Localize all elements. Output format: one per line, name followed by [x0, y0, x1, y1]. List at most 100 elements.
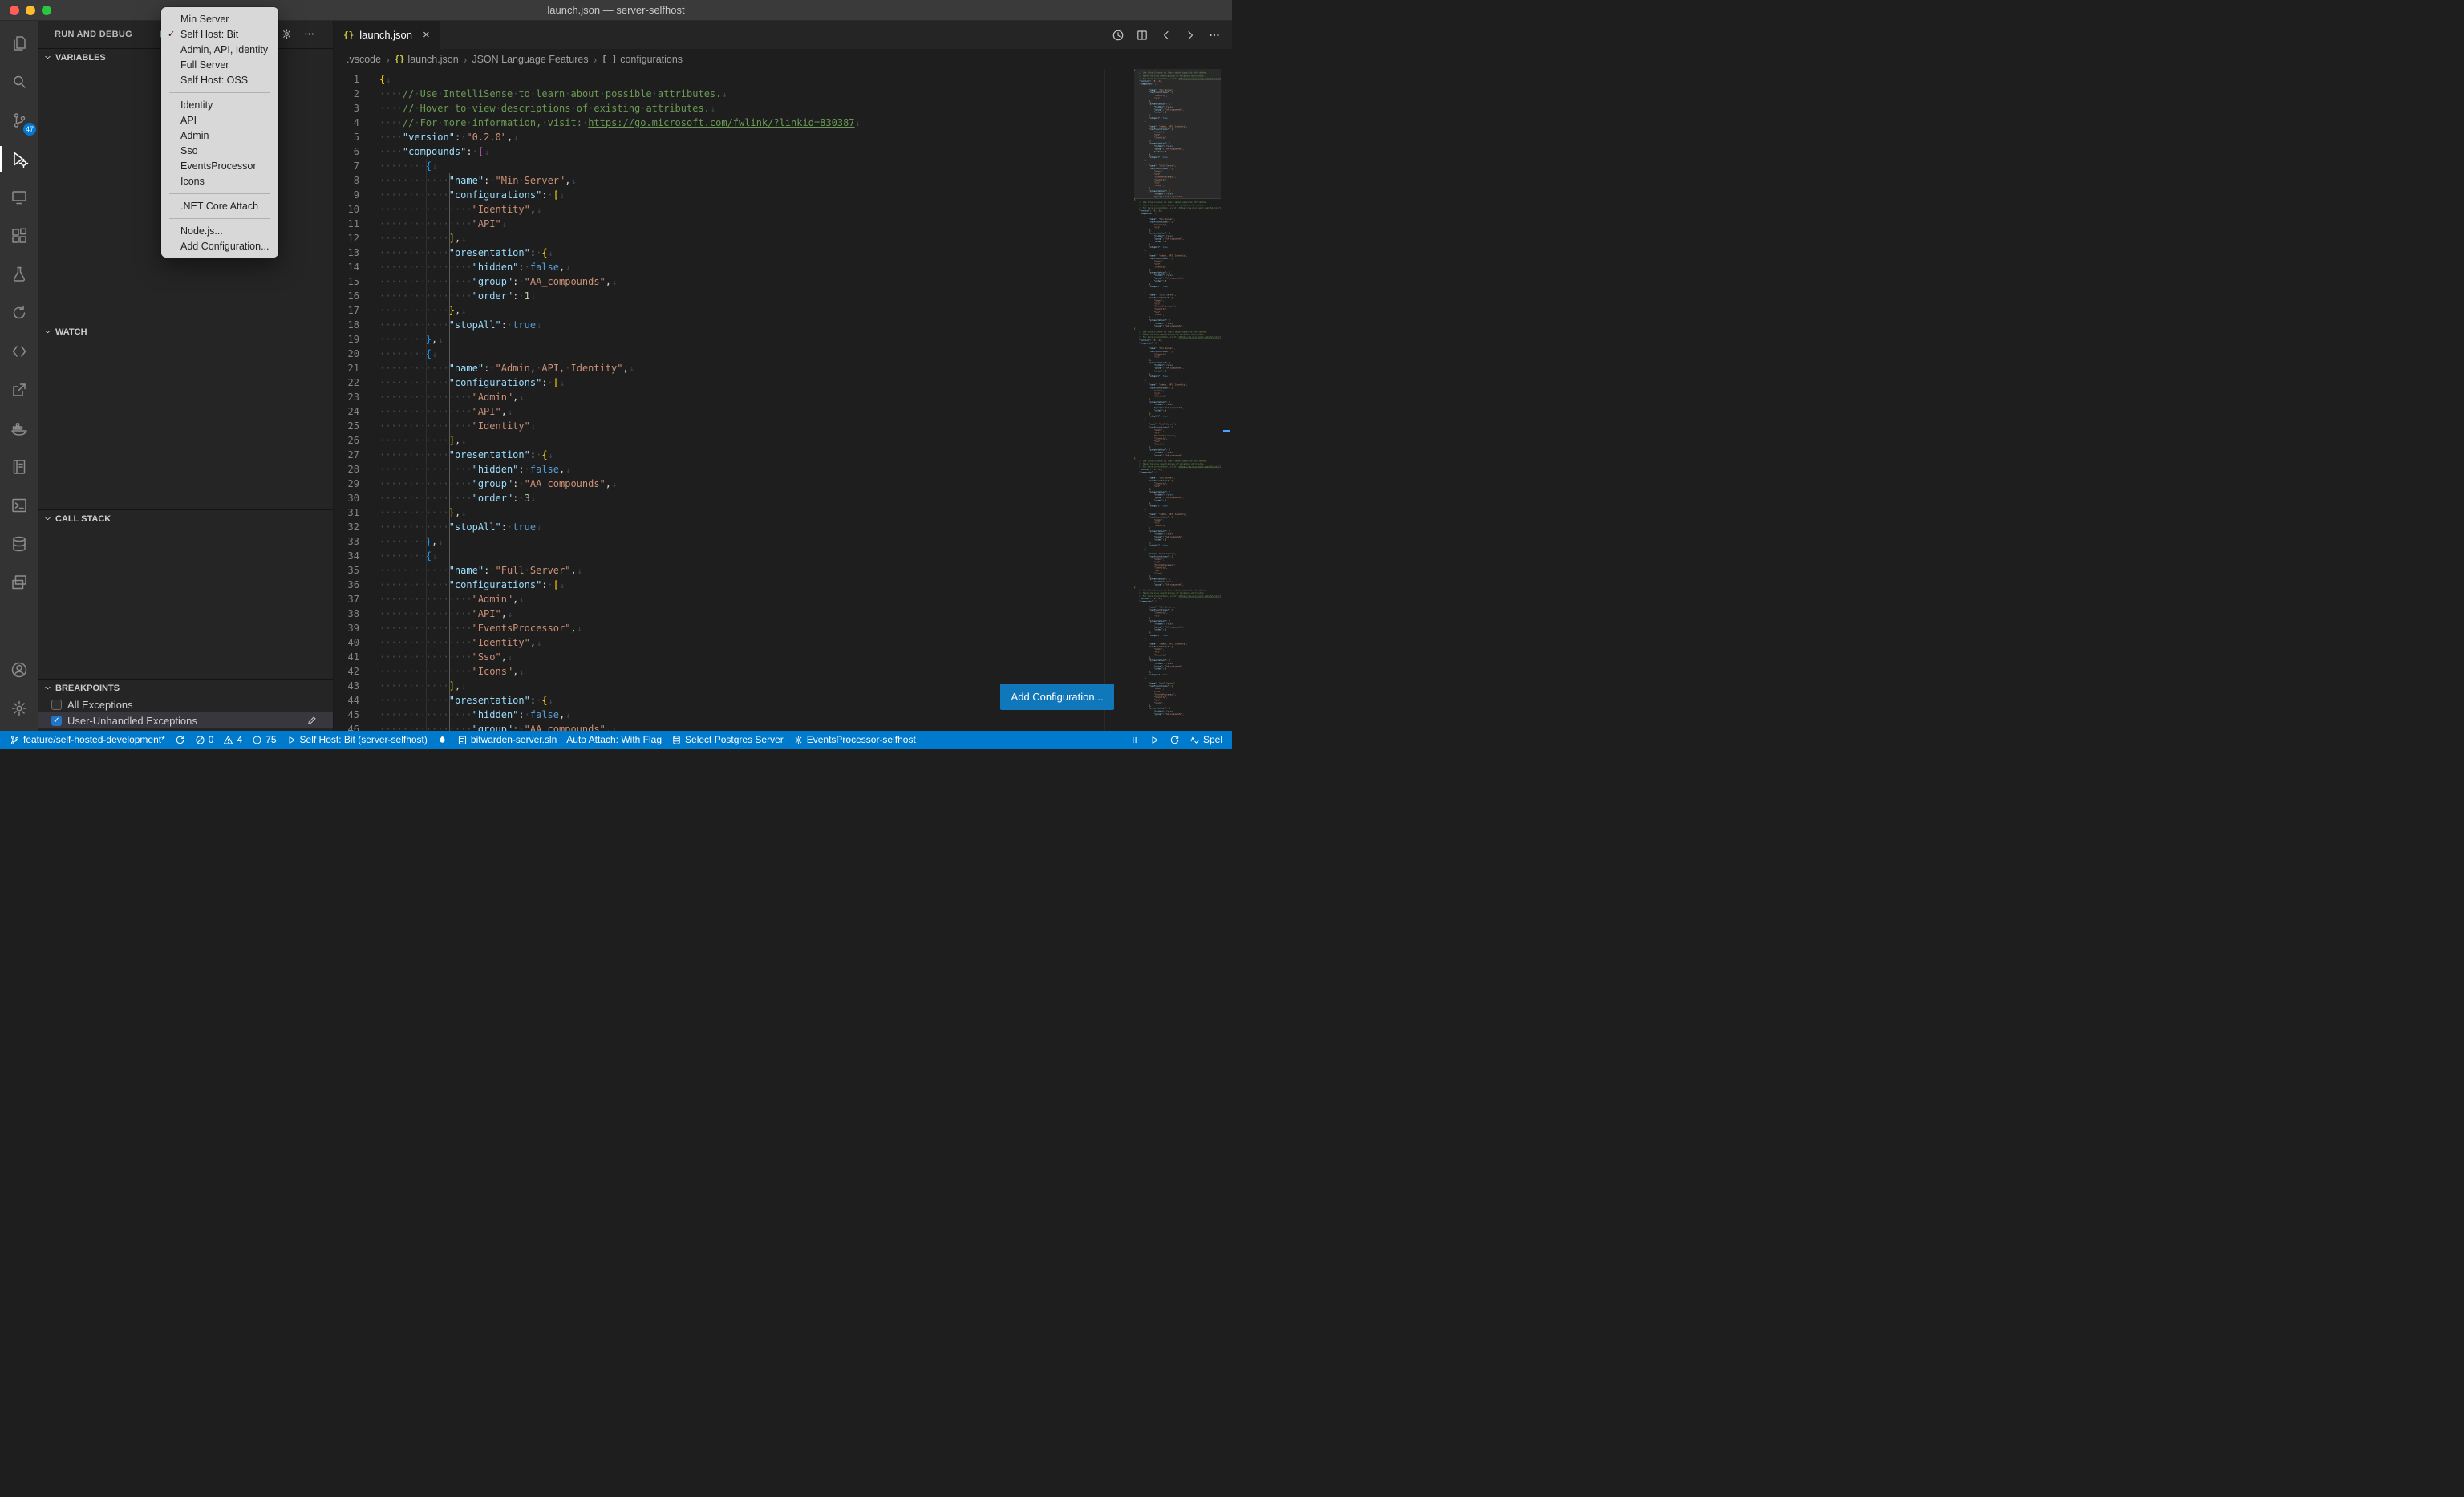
status-branch[interactable]: feature/self-hosted-development* [5, 731, 170, 748]
code-line[interactable]: 18············"stopAll":·true↓ [334, 318, 1232, 332]
code-line[interactable]: 17············},↓ [334, 303, 1232, 318]
code-line[interactable]: 2····//·Use·IntelliSense·to·learn·about·… [334, 87, 1232, 101]
status-events-processor[interactable]: EventsProcessor-selfhost [788, 731, 921, 748]
scrollbar[interactable] [1221, 69, 1232, 731]
minimap[interactable]: {↓····//·Use·IntelliSense·to·learn·about… [1134, 69, 1221, 731]
code-line[interactable]: 5····"version":·"0.2.0",↓ [334, 130, 1232, 144]
status-sync[interactable] [170, 731, 190, 748]
activity-item-share[interactable] [0, 371, 38, 409]
code-line[interactable]: 23················"Admin",↓ [334, 390, 1232, 404]
zoom-window-button[interactable] [42, 6, 51, 15]
status-pause[interactable] [1125, 731, 1145, 748]
code-line[interactable]: 15················"group":·"AA_compounds… [334, 274, 1232, 289]
menu-item-admin[interactable]: Admin [161, 128, 278, 143]
close-tab-icon[interactable]: × [423, 29, 430, 41]
breadcrumb-item[interactable]: [ ]configurations [602, 54, 683, 65]
breakpoint-row[interactable]: ✓User-Unhandled Exceptions [38, 712, 333, 728]
code-line[interactable]: 25················"Identity"↓ [334, 419, 1232, 433]
status-run[interactable] [1145, 731, 1165, 748]
activity-item-source-control[interactable]: 47 [0, 101, 38, 140]
activity-item-restore[interactable] [0, 294, 38, 332]
code-line[interactable]: 26············],↓ [334, 433, 1232, 448]
go-back-button[interactable] [1160, 29, 1173, 42]
menu-item-min-server[interactable]: Min Server [161, 11, 278, 26]
menu-item-node-js[interactable]: Node.js... [161, 223, 278, 238]
minimap-viewport[interactable] [1134, 69, 1221, 199]
call-stack-pane-header[interactable]: CALL STACK [38, 509, 333, 527]
add-configuration-button[interactable]: Add Configuration... [1000, 684, 1114, 710]
code-line[interactable]: 46················"group":·"AA_compounds… [334, 722, 1232, 731]
breadcrumb-item[interactable]: {}launch.json [395, 54, 459, 65]
activity-item-remote-explorer[interactable] [0, 178, 38, 217]
code-line[interactable]: 7········{↓ [334, 159, 1232, 173]
menu-item-net-core-attach[interactable]: .NET Core Attach [161, 198, 278, 213]
status-refresh[interactable] [1165, 731, 1185, 748]
debug-settings-gear-button[interactable] [281, 28, 293, 43]
status-debug-config[interactable]: Self Host: Bit (server-selfhost) [282, 731, 432, 748]
menu-item-admin-api-identity[interactable]: Admin, API, Identity [161, 42, 278, 57]
activity-item-docker[interactable] [0, 409, 38, 448]
code-line[interactable]: 22············"configurations":·[↓ [334, 375, 1232, 390]
code-line[interactable]: 37················"Admin",↓ [334, 592, 1232, 607]
code-line[interactable]: 32············"stopAll":·true↓ [334, 520, 1232, 534]
menu-item-api[interactable]: API [161, 112, 278, 128]
close-window-button[interactable] [10, 6, 19, 15]
code-line[interactable]: 19········},↓ [334, 332, 1232, 347]
breakpoint-row[interactable]: ✓All Exceptions [38, 696, 333, 712]
code-line[interactable]: 16················"order":·1↓ [334, 289, 1232, 303]
activity-item-code-brackets[interactable] [0, 332, 38, 371]
status-info-count[interactable]: 75 [247, 731, 281, 748]
code-line[interactable]: 38················"API",↓ [334, 607, 1232, 621]
code-lines[interactable]: 1{↓2····//·Use·IntelliSense·to·learn·abo… [334, 72, 1232, 731]
code-line[interactable]: 28················"hidden":·false,↓ [334, 462, 1232, 477]
code-line[interactable]: 40················"Identity",↓ [334, 635, 1232, 650]
code-line[interactable]: 29················"group":·"AA_compounds… [334, 477, 1232, 491]
status-auto-attach[interactable]: Auto Attach: With Flag [561, 731, 667, 748]
menu-item-self-host-bit[interactable]: ✓Self Host: Bit [161, 26, 278, 42]
code-line[interactable]: 33········},↓ [334, 534, 1232, 549]
breakpoint-checkbox[interactable]: ✓ [51, 716, 62, 726]
menu-item-add-configuration[interactable]: Add Configuration... [161, 238, 278, 254]
breakpoint-checkbox[interactable]: ✓ [51, 700, 62, 710]
code-line[interactable]: 6····"compounds":·[↓ [334, 144, 1232, 159]
code-line[interactable]: 12············],↓ [334, 231, 1232, 245]
code-line[interactable]: 39················"EventsProcessor",↓ [334, 621, 1232, 635]
code-line[interactable]: 4····//·For·more·information,·visit:·htt… [334, 116, 1232, 130]
breakpoints-pane-header[interactable]: BREAKPOINTS [38, 679, 333, 696]
code-line[interactable]: 1{↓ [334, 72, 1232, 87]
more-actions-button[interactable] [1208, 29, 1221, 42]
status-spell[interactable]: Spel [1185, 731, 1227, 748]
activity-item-settings-gear[interactable] [0, 689, 38, 728]
sidebar-more-actions-button[interactable] [303, 28, 315, 43]
code-line[interactable]: 36············"configurations":·[↓ [334, 578, 1232, 592]
menu-item-full-server[interactable]: Full Server [161, 57, 278, 72]
timeline-button[interactable] [1112, 29, 1125, 42]
code-line[interactable]: 42················"Icons",↓ [334, 664, 1232, 679]
menu-item-icons[interactable]: Icons [161, 173, 278, 189]
activity-item-run-debug[interactable] [0, 140, 38, 178]
code-line[interactable]: 27············"presentation":·{↓ [334, 448, 1232, 462]
activity-item-notebook[interactable] [0, 448, 38, 486]
code-line[interactable]: 8············"name":·"Min·Server",↓ [334, 173, 1232, 188]
menu-item-sso[interactable]: Sso [161, 143, 278, 158]
status-solution[interactable]: bitwarden-server.sln [452, 731, 561, 748]
code-line[interactable]: 13············"presentation":·{↓ [334, 245, 1232, 260]
menu-item-identity[interactable]: Identity [161, 97, 278, 112]
code-line[interactable]: 35············"name":·"Full·Server",↓ [334, 563, 1232, 578]
activity-item-search[interactable] [0, 63, 38, 101]
split-editor-button[interactable] [1136, 29, 1149, 42]
activity-item-windows[interactable] [0, 563, 38, 602]
code-line[interactable]: 21············"name":·"Admin,·API,·Ident… [334, 361, 1232, 375]
watch-pane-header[interactable]: WATCH [38, 323, 333, 340]
code-area[interactable]: 1{↓2····//·Use·IntelliSense·to·learn·abo… [334, 69, 1232, 731]
status-warnings[interactable]: 4 [218, 731, 247, 748]
code-line[interactable]: 34········{↓ [334, 549, 1232, 563]
code-line[interactable]: 14················"hidden":·false,↓ [334, 260, 1232, 274]
code-line[interactable]: 11················"API"↓ [334, 217, 1232, 231]
breadcrumb-item[interactable]: JSON Language Features [472, 54, 588, 65]
go-forward-button[interactable] [1184, 29, 1197, 42]
status-errors[interactable]: 0 [190, 731, 219, 748]
minimize-window-button[interactable] [26, 6, 35, 15]
menu-item-eventsprocessor[interactable]: EventsProcessor [161, 158, 278, 173]
code-line[interactable]: 41················"Sso",↓ [334, 650, 1232, 664]
